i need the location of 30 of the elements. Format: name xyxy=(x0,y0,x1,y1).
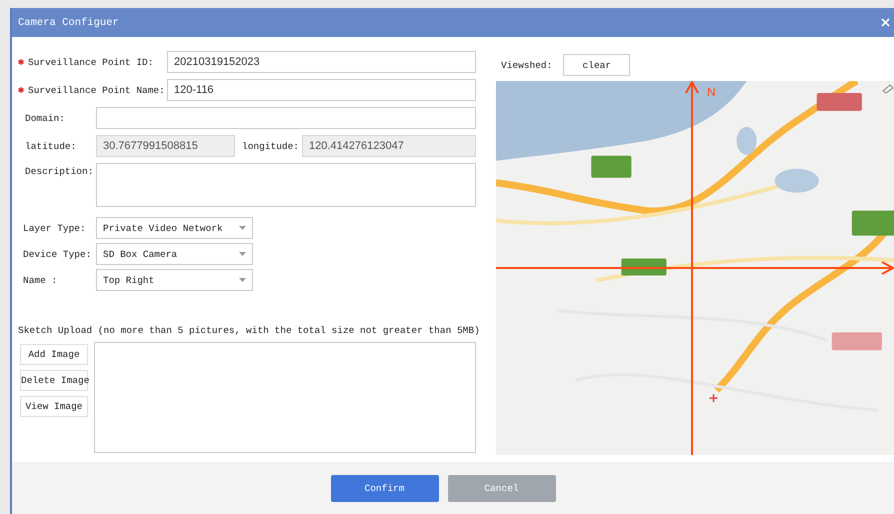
viewshed-label: Viewshed: xyxy=(501,60,552,70)
text-field[interactable]: 120-116 xyxy=(167,79,476,101)
text-area[interactable] xyxy=(96,163,476,207)
text-field[interactable]: 20210319152023 xyxy=(167,51,476,73)
image-button[interactable]: Add Image xyxy=(20,344,88,365)
text-field[interactable] xyxy=(96,107,476,129)
field-label: Layer Type: xyxy=(23,222,87,234)
field-label: Domain: xyxy=(25,112,66,124)
field-label: Device Type: xyxy=(23,248,92,260)
caret-icon xyxy=(239,252,246,256)
caret-icon xyxy=(239,226,246,230)
ruler-icon[interactable] xyxy=(882,84,894,94)
field-label: Surveillance Point ID: xyxy=(28,56,154,68)
clear-button[interactable]: clear xyxy=(563,54,630,76)
dropdown[interactable]: SD Box Camera xyxy=(96,243,253,265)
caret-icon xyxy=(239,278,246,282)
field-label: Name : xyxy=(23,274,58,286)
field-label: Description: xyxy=(25,165,94,177)
dropdown[interactable]: Top Right xyxy=(96,269,253,291)
close-icon[interactable] xyxy=(881,18,890,27)
field-label: Surveillance Point Name: xyxy=(28,84,166,96)
hint-text: Sketch Upload (no more than 5 pictures, with the total size not greater than 5MB) xyxy=(18,325,476,336)
window-title: Camera Configuer xyxy=(18,16,119,28)
field-label: longitude: xyxy=(242,140,300,152)
north-label: N xyxy=(707,85,716,99)
image-button[interactable]: Delete Image xyxy=(20,370,88,391)
confirm-button[interactable]: Confirm xyxy=(330,474,438,502)
image-button[interactable]: View Image xyxy=(20,396,88,417)
dropdown[interactable]: Private Video Network xyxy=(96,217,253,239)
field-label: latitude: xyxy=(25,140,78,152)
